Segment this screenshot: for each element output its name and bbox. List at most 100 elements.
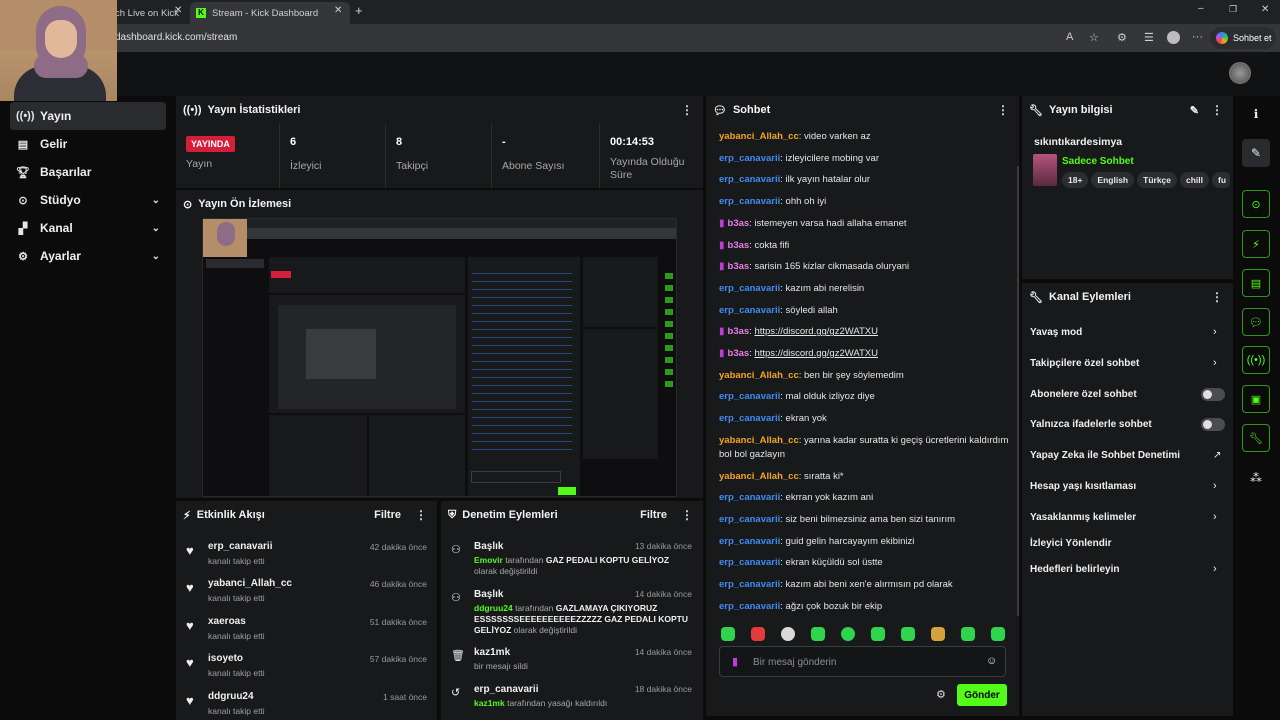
chevron-right-icon[interactable]: › (1213, 563, 1217, 575)
filter-button[interactable]: Filtre (374, 509, 401, 521)
more-options-icon[interactable]: ⋮ (1211, 290, 1223, 304)
chat-username[interactable]: b3as (728, 348, 750, 359)
edit-pencil-icon[interactable]: ✎ (1190, 104, 1199, 117)
emote-icon[interactable] (901, 627, 915, 641)
emote-icon[interactable] (991, 627, 1005, 641)
action-ai-moderation[interactable]: Yapay Zeka ile Sohbet Denetimi (1030, 450, 1230, 461)
emote-icon[interactable] (931, 627, 945, 641)
sidebar-item-studyo[interactable]: ⊙ Stüdyo ⌄ (10, 186, 166, 214)
chevron-right-icon[interactable]: › (1213, 511, 1217, 523)
browser-tab-2[interactable]: K Stream - Kick Dashboard (190, 2, 350, 24)
mod-actor[interactable]: kaz1mk (474, 698, 505, 708)
chat-username[interactable]: erp_canavarii (719, 492, 780, 503)
more-options-icon[interactable]: ⋮ (997, 103, 1009, 117)
action-slow-mode[interactable]: Yavaş mod (1030, 327, 1230, 338)
emote-icon[interactable] (961, 627, 975, 641)
close-window-icon[interactable]: ✕ (1261, 4, 1269, 15)
sidebar-item-basarilar[interactable]: 🏆︎ Başarılar (10, 158, 166, 186)
more-options-icon[interactable]: ⋮ (1211, 103, 1223, 117)
chat-username[interactable]: erp_canavarii (719, 391, 780, 402)
sidebar-item-yayin[interactable]: ((•)) Yayın (10, 102, 166, 130)
filter-button[interactable]: Filtre (640, 509, 667, 521)
mod-panel-icon[interactable]: ▣ (1242, 385, 1270, 413)
chat-username[interactable]: erp_canavarii (719, 174, 780, 185)
activity-user[interactable]: xaeroas (208, 616, 246, 627)
chat-username[interactable]: erp_canavarii (719, 536, 780, 547)
new-tab-icon[interactable]: + (355, 3, 363, 18)
profile-icon[interactable] (1167, 31, 1180, 44)
subscribers-only-toggle[interactable] (1201, 388, 1225, 401)
stream-preview[interactable] (202, 218, 677, 497)
url-text[interactable]: dashboard.kick.com/stream (115, 32, 237, 43)
more-menu-icon[interactable]: ··· (1192, 31, 1203, 43)
emote-icon[interactable] (841, 627, 855, 641)
chat-scrollbar[interactable] (1017, 166, 1019, 616)
send-button[interactable]: Gönder (957, 684, 1007, 706)
emote-icon[interactable] (781, 627, 795, 641)
activity-user[interactable]: ddgruu24 (208, 691, 254, 702)
chat-username[interactable]: yabanci_Allah_cc (719, 435, 799, 446)
chat-input[interactable]: ▮ Bir mesaj gönderin ☺ (719, 646, 1006, 677)
action-account-age[interactable]: Hesap yaşı kısıtlaması (1030, 481, 1230, 492)
chevron-right-icon[interactable]: › (1213, 326, 1217, 338)
chat-username[interactable]: erp_canavarii (719, 305, 780, 316)
chat-username[interactable]: erp_canavarii (719, 283, 780, 294)
chat-bubble-icon[interactable]: 💬︎ (1242, 308, 1270, 336)
user-avatar[interactable] (1229, 62, 1251, 84)
sidebar-item-gelir[interactable]: ▤ Gelir (10, 130, 166, 158)
read-aloud-icon[interactable]: A (1066, 31, 1073, 43)
activity-user[interactable]: yabanci_Allah_cc (208, 578, 292, 589)
broadcast-icon[interactable]: ((•)) (1242, 346, 1270, 374)
edit-pencil-icon[interactable]: ✎ (1242, 139, 1270, 167)
chevron-right-icon[interactable]: › (1213, 357, 1217, 369)
add-widget-icon[interactable]: ⁂ (1242, 464, 1270, 492)
chat-username[interactable]: erp_canavarii (719, 413, 780, 424)
mod-actor[interactable]: Emovir (474, 555, 503, 565)
action-goals[interactable]: Hedefleri belirleyin (1030, 564, 1230, 575)
favorite-star-icon[interactable]: ☆ (1089, 31, 1099, 44)
tab-close-icon[interactable]: ✕ (334, 5, 342, 16)
external-link-icon[interactable]: ↗ (1213, 450, 1221, 461)
emote-icon[interactable] (721, 627, 735, 641)
tab-close-icon[interactable]: ✕ (174, 5, 182, 16)
chat-username[interactable]: yabanci_Allah_cc (719, 370, 799, 381)
chat-username[interactable]: yabanci_Allah_cc (719, 131, 799, 142)
mod-actor[interactable]: ddgruu24 (474, 603, 513, 613)
more-options-icon[interactable]: ⋮ (415, 508, 427, 522)
action-raid[interactable]: İzleyici Yönlendir (1030, 538, 1230, 549)
chat-username[interactable]: erp_canavarii (719, 557, 780, 568)
sidebar-item-ayarlar[interactable]: ⚙ Ayarlar ⌄ (10, 242, 166, 270)
emote-icon[interactable] (871, 627, 885, 641)
action-followers-only[interactable]: Takipçilere özel sohbet (1030, 358, 1230, 369)
activity-user[interactable]: isoyeto (208, 653, 243, 664)
preview-toggle-icon[interactable]: ⊙ (1242, 190, 1270, 218)
wrench-icon[interactable]: 🔧︎ (1242, 424, 1270, 452)
chat-username[interactable]: erp_canavarii (719, 153, 780, 164)
more-options-icon[interactable]: ⋮ (681, 103, 693, 117)
emote-icon[interactable] (811, 627, 825, 641)
collections-icon[interactable]: ☰ (1144, 31, 1154, 44)
chat-settings-icon[interactable]: ⚙ (936, 688, 946, 701)
chat-username[interactable]: erp_canavarii (719, 514, 780, 525)
lightning-icon[interactable]: ⚡︎ (1242, 230, 1270, 258)
chat-username[interactable]: erp_canavarii (719, 196, 780, 207)
chat-username[interactable]: b3as (728, 240, 750, 251)
action-banned-words[interactable]: Yasaklanmış kelimeler (1030, 512, 1230, 523)
more-options-icon[interactable]: ⋮ (681, 508, 693, 522)
maximize-icon[interactable]: ❐ (1229, 4, 1237, 15)
emote-icon[interactable] (751, 627, 765, 641)
info-icon[interactable]: ℹ (1242, 100, 1270, 128)
document-icon[interactable]: ▤ (1242, 269, 1270, 297)
emoji-icon[interactable]: ☺ (986, 655, 997, 667)
chat-username[interactable]: yabanci_Allah_cc (719, 471, 799, 482)
chat-username[interactable]: erp_canavarii (719, 579, 780, 590)
chat-link[interactable]: https://discord.gg/gz2WATXU (754, 326, 878, 337)
chat-username[interactable]: b3as (728, 261, 750, 272)
copilot-button[interactable]: Sohbet et (1210, 27, 1276, 49)
activity-user[interactable]: erp_canavarii (208, 541, 273, 552)
chat-username[interactable]: erp_canavarii (719, 601, 780, 612)
chat-link[interactable]: https://discord.gg/gz2WATXU (754, 348, 878, 359)
sidebar-item-kanal[interactable]: ▞ Kanal ⌄ (10, 214, 166, 242)
chat-username[interactable]: b3as (728, 326, 750, 337)
chevron-right-icon[interactable]: › (1213, 480, 1217, 492)
